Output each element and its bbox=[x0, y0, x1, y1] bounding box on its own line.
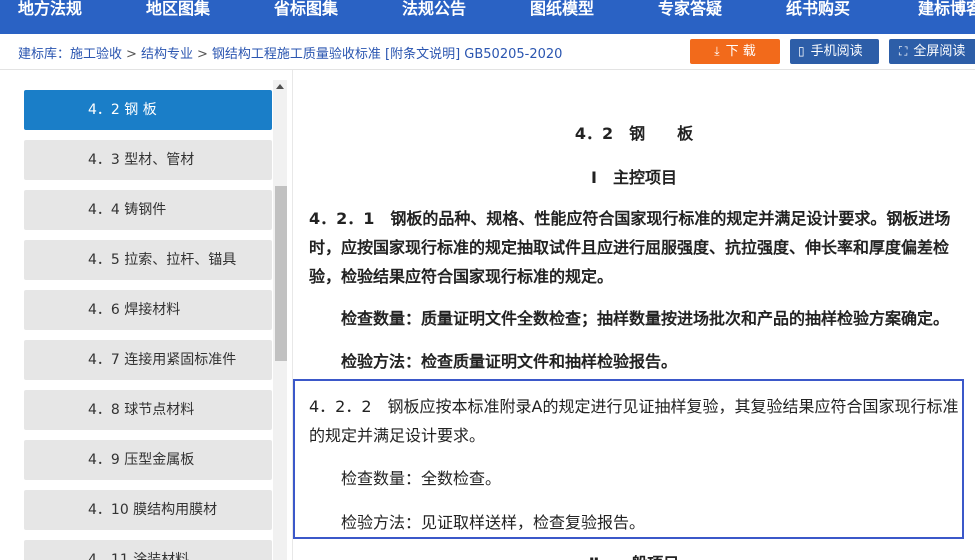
sidebar-item-4-11[interactable]: 4．11 涂装材料 bbox=[24, 540, 272, 560]
mobile-read-label: 手机阅读 bbox=[810, 44, 863, 59]
sidebar-toc: 4．2 钢 板 4．3 型材、管材 4．4 铸钢件 4．5 拉索、拉杆、锚具 4… bbox=[0, 70, 292, 560]
nav-item-drawing-models[interactable]: 图纸模型 bbox=[530, 0, 594, 19]
nav-item-announcements[interactable]: 法规公告 bbox=[402, 0, 466, 19]
subsection-title: Ⅰ 主控项目 bbox=[591, 168, 677, 187]
clause-4-2-2-method: 检验方法：见证取样送样，检查复验报告。 bbox=[341, 513, 646, 532]
sidebar-item-4-2[interactable]: 4．2 钢 板 bbox=[24, 90, 272, 130]
next-subsection-title: Ⅱ 一般项目 bbox=[293, 550, 975, 560]
nav-item-regional-atlas[interactable]: 地区图集 bbox=[146, 0, 210, 19]
nav-item-expert-qa[interactable]: 专家答疑 bbox=[658, 0, 722, 19]
breadcrumb-link[interactable]: 施工验收 bbox=[70, 47, 122, 62]
sidebar-item-4-5[interactable]: 4．5 拉索、拉杆、锚具 bbox=[24, 240, 272, 280]
sidebar-item-4-6[interactable]: 4．6 焊接材料 bbox=[24, 290, 272, 330]
sidebar-item-4-7[interactable]: 4．7 连接用紧固标准件 bbox=[24, 340, 272, 380]
clause-4-2-2: 4．2．2 钢板应按本标准附录A的规定进行见证抽样复验，其复验结果应符合国家现行… bbox=[309, 397, 959, 445]
nav-item-local-regulations[interactable]: 地方法规 bbox=[18, 0, 82, 19]
nav-item-blog[interactable]: 建标博客 bbox=[918, 0, 975, 19]
download-icon: ⤓ bbox=[714, 44, 720, 58]
mobile-read-button[interactable]: ▯ 手机阅读 bbox=[790, 39, 879, 64]
sidebar-item-4-8[interactable]: 4．8 球节点材料 bbox=[24, 390, 272, 430]
sidebar-scrollbar-thumb[interactable] bbox=[275, 186, 287, 361]
breadcrumb-link[interactable]: 结构专业 bbox=[141, 47, 193, 62]
scroll-up-arrow-icon[interactable] bbox=[276, 84, 284, 89]
breadcrumb-root-suffix: ： bbox=[57, 47, 71, 62]
breadcrumb-current[interactable]: 钢结构工程施工质量验收标准 [附条文说明] GB50205-2020 bbox=[212, 47, 563, 62]
breadcrumb-root[interactable]: 建标库 bbox=[18, 47, 57, 62]
clause-4-2-1: 4．2．1 钢板的品种、规格、性能应符合国家现行标准的规定并满足设计要求。钢板进… bbox=[309, 209, 951, 286]
breadcrumb-separator: > bbox=[196, 47, 208, 62]
nav-item-book-purchase[interactable]: 纸书购买 bbox=[786, 0, 850, 19]
nav-item-provincial-atlas[interactable]: 省标图集 bbox=[274, 0, 338, 19]
section-title: 4．2 钢 板 bbox=[574, 124, 694, 143]
fullscreen-button[interactable]: ⛶ 全屏阅读 bbox=[889, 39, 975, 64]
fullscreen-icon: ⛶ bbox=[899, 44, 908, 58]
breadcrumb-bar: 建标库：施工验收 > 结构专业 > 钢结构工程施工质量验收标准 [附条文说明] GB50… bbox=[0, 34, 975, 70]
clause-4-2-2-quantity: 检查数量：全数检查。 bbox=[341, 469, 502, 488]
sidebar-item-4-4[interactable]: 4．4 铸钢件 bbox=[24, 190, 272, 230]
sidebar-item-4-9[interactable]: 4．9 压型金属板 bbox=[24, 440, 272, 480]
download-button[interactable]: ⤓ 下 载 bbox=[690, 39, 780, 64]
sidebar-item-4-3[interactable]: 4．3 型材、管材 bbox=[24, 140, 272, 180]
clause-4-2-1-method: 检验方法：检查质量证明文件和抽样检验报告。 bbox=[341, 352, 678, 371]
top-navigation-bar: 地方法规 地区图集 省标图集 法规公告 图纸模型 专家答疑 纸书购买 建标博客 bbox=[0, 0, 975, 34]
breadcrumb: 建标库：施工验收 > 结构专业 > 钢结构工程施工质量验收标准 [附条文说明] GB50… bbox=[18, 43, 562, 62]
download-button-label: 下 载 bbox=[725, 44, 756, 59]
breadcrumb-separator: > bbox=[126, 47, 137, 62]
document-content: 4．2 钢 板 Ⅰ 主控项目 4．2．1 钢板的品种、规格、性能应符合国家现行标… bbox=[293, 70, 975, 560]
phone-icon: ▯ bbox=[798, 44, 805, 58]
clause-4-2-1-quantity: 检查数量：质量证明文件全数检查；抽样数量按进场批次和产品的抽样检验方案确定。 bbox=[341, 309, 950, 328]
sidebar-item-4-10[interactable]: 4．10 膜结构用膜材 bbox=[24, 490, 272, 530]
fullscreen-label: 全屏阅读 bbox=[913, 44, 966, 59]
